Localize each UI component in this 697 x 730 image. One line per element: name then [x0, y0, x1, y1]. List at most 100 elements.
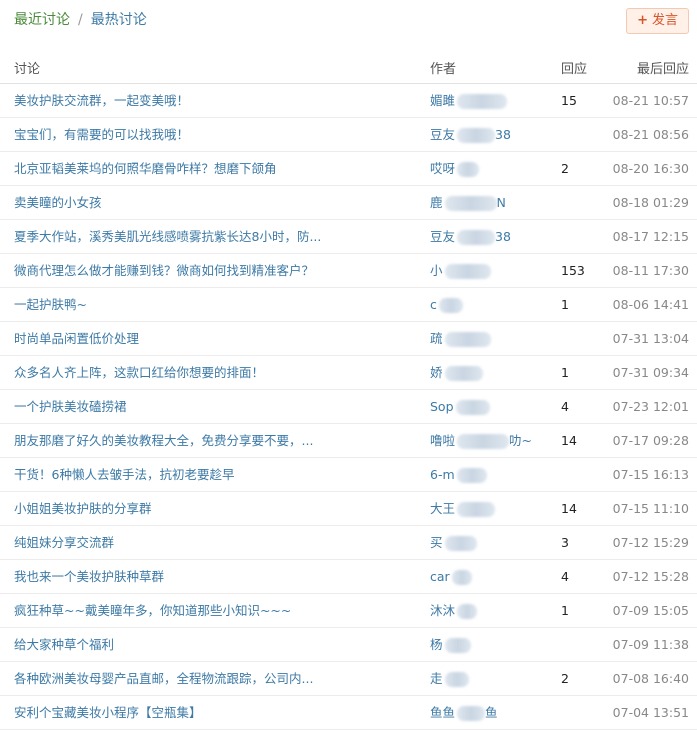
table-header: 讨论 作者 回应 最后回应 [0, 56, 697, 84]
discussion-title-link[interactable]: 小姐姐美妆护肤的分享群 [14, 492, 334, 525]
last-reply-time: 07-31 13:04 [612, 331, 689, 346]
reply-count: 15 [561, 93, 577, 108]
discussion-title-link[interactable]: 一起护肤鸭~ [14, 288, 334, 321]
discussion-title-link[interactable]: 一个护肤美妆磕捞裙 [14, 390, 334, 423]
author-link[interactable]: 走 [430, 662, 540, 695]
author-link[interactable]: 杨 [430, 628, 540, 661]
discussion-title-link[interactable]: 美妆护肤交流群，一起变美哦！ [14, 84, 334, 117]
author-link[interactable]: 鹿N [430, 186, 540, 219]
author-name-tail: N [496, 195, 506, 210]
discussion-title-link[interactable]: 各种欧洲美妆母婴产品直邮，全程物流跟踪，公司内... [14, 662, 334, 695]
discussion-title-link[interactable]: 北京亚韬美莱坞的何照华磨骨咋样？想磨下颌角 [14, 152, 334, 185]
author-link[interactable]: 大王 [430, 492, 540, 525]
last-reply-time: 07-08 16:40 [612, 671, 689, 686]
discussion-title-link[interactable]: 干货！6种懒人去皱手法，抗初老要趁早 [14, 458, 334, 491]
reply-count: 14 [561, 501, 577, 516]
table-row: 给大家种草个福利 杨 07-09 11:38 [0, 628, 697, 662]
redaction-blur [456, 468, 487, 483]
discussion-title-link[interactable]: 给大家种草个福利 [14, 628, 334, 661]
table-row: 时尚单品闲置低价处理 疏 07-31 13:04 [0, 322, 697, 356]
redaction-blur [457, 604, 478, 619]
author-link[interactable]: 媚雎 [430, 84, 540, 117]
last-reply-time: 07-17 09:28 [612, 433, 689, 448]
reply-count: 2 [561, 161, 569, 176]
author-link[interactable]: 噜啦 叻~ [430, 424, 540, 457]
redaction-blur [444, 264, 491, 279]
author-link[interactable]: car [430, 560, 540, 593]
redaction-blur [444, 196, 497, 211]
author-link[interactable]: 娇 [430, 356, 540, 389]
author-name: 杨 [430, 637, 443, 652]
header-author: 作者 [430, 62, 457, 77]
author-name: 媚雎 [430, 93, 456, 108]
discussion-title-link[interactable]: 卖美瞳的小女孩 [14, 186, 334, 219]
author-link[interactable]: Sop [430, 390, 540, 423]
author-link[interactable]: 沐沐 [430, 594, 540, 627]
author-link[interactable]: 豆友 38 [430, 118, 540, 151]
author-link[interactable]: 豆友 38 [430, 220, 540, 253]
redaction-blur [457, 434, 510, 449]
author-link[interactable]: 疏 [430, 322, 540, 355]
author-name: 噜啦 [430, 433, 456, 448]
last-reply-time: 08-18 01:29 [612, 195, 689, 210]
table-row: 美妆护肤交流群，一起变美哦！ 媚雎 15 08-21 10:57 [0, 84, 697, 118]
redaction-blur [451, 570, 472, 585]
table-row: 我也来一个美妆护肤种草群 car 4 07-12 15:28 [0, 560, 697, 594]
table-row: 各种欧洲美妆母婴产品直邮，全程物流跟踪，公司内... 走 2 07-08 16:40 [0, 662, 697, 696]
author-name-tail: 38 [495, 229, 511, 244]
last-reply-time: 07-31 09:34 [612, 365, 689, 380]
table-row: 小姐姐美妆护肤的分享群 大王 14 07-15 11:10 [0, 492, 697, 526]
author-name: 豆友 [430, 229, 456, 244]
last-reply-time: 08-06 14:41 [612, 297, 689, 312]
redaction-blur [457, 162, 480, 177]
discussion-title-link[interactable]: 微商代理怎么做才能赚到钱？微商如何找到精准客户？ [14, 254, 334, 287]
table-row: 众多名人齐上阵，这款口红给你想要的排面！ 娇 1 07-31 09:34 [0, 356, 697, 390]
discussion-title-link[interactable]: 宝宝们，有需要的可以找我哦！ [14, 118, 334, 151]
tab-hot[interactable]: 最热讨论 [91, 12, 147, 28]
last-reply-time: 07-15 16:13 [612, 467, 689, 482]
redaction-blur [438, 298, 463, 313]
author-name: car [430, 569, 450, 584]
last-reply-time: 08-11 17:30 [612, 263, 689, 278]
reply-count: 14 [561, 433, 577, 448]
author-name: 哎呀 [430, 161, 456, 176]
post-button[interactable]: + 发言 [626, 8, 689, 34]
author-name: 买 [430, 535, 443, 550]
discussion-title-link[interactable]: 疯狂种草~~戴美瞳年多，你知道那些小知识~~~ [14, 594, 334, 627]
redaction-blur [444, 638, 471, 653]
author-link[interactable]: 哎呀 [430, 152, 540, 185]
plus-icon: + [637, 13, 648, 28]
author-name: 大王 [430, 501, 456, 516]
table-row: 安利个宝藏美妆小程序【空瓶集】 鱼鱼鱼 07-04 13:51 [0, 696, 697, 730]
discussion-title-link[interactable]: 夏季大作站，溪秀美肌光线感喷雾抗紫长达8小时，防... [14, 220, 334, 253]
reply-count: 1 [561, 365, 569, 380]
author-name: 走 [430, 671, 443, 686]
last-reply-time: 07-12 15:28 [612, 569, 689, 584]
redaction-blur [444, 672, 469, 687]
author-link[interactable]: c [430, 288, 540, 321]
author-link[interactable]: 6-m [430, 458, 540, 491]
author-name: 疏 [430, 331, 443, 346]
author-name: Sop [430, 399, 454, 414]
discussion-title-link[interactable]: 纯姐妹分享交流群 [14, 526, 334, 559]
discussion-title-link[interactable]: 时尚单品闲置低价处理 [14, 322, 334, 355]
reply-count: 153 [561, 263, 585, 278]
redaction-blur [444, 366, 483, 381]
last-reply-time: 08-21 10:57 [612, 93, 689, 108]
last-reply-time: 08-17 12:15 [612, 229, 689, 244]
reply-count: 3 [561, 535, 569, 550]
redaction-blur [455, 400, 490, 415]
tab-recent[interactable]: 最近讨论 [14, 12, 70, 28]
author-link[interactable]: 小 [430, 254, 540, 287]
author-name-tail: 38 [495, 127, 511, 142]
author-link[interactable]: 买 [430, 526, 540, 559]
discussion-title-link[interactable]: 众多名人齐上阵，这款口红给你想要的排面！ [14, 356, 334, 389]
author-name: 鹿 [430, 195, 443, 210]
table-row: 疯狂种草~~戴美瞳年多，你知道那些小知识~~~ 沐沐 1 07-09 15:05 [0, 594, 697, 628]
redaction-blur [457, 706, 486, 721]
reply-count: 4 [561, 399, 569, 414]
discussion-title-link[interactable]: 我也来一个美妆护肤种草群 [14, 560, 334, 593]
discussion-title-link[interactable]: 朋友那磨了好久的美妆教程大全，免费分享要不要，... [14, 424, 334, 457]
table-row: 朋友那磨了好久的美妆教程大全，免费分享要不要，... 噜啦 叻~ 14 07-17 09… [0, 424, 697, 458]
discussion-tabs: 最近讨论 / 最热讨论 [14, 10, 147, 30]
